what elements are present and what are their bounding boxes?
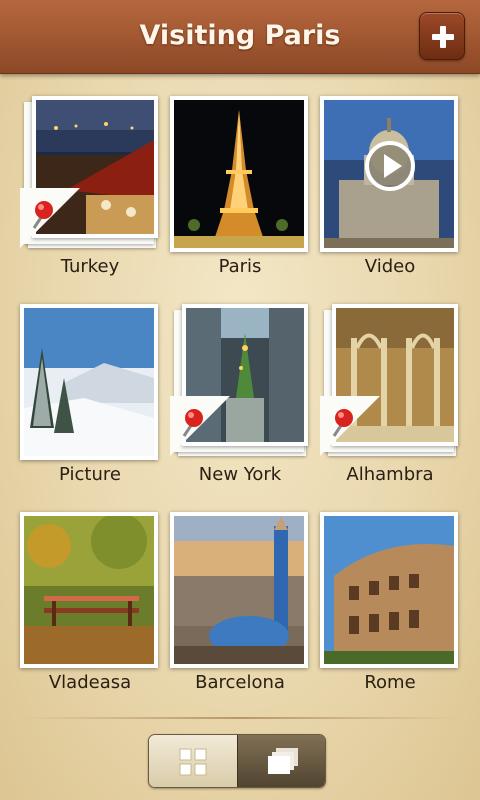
item-label: Picture <box>59 464 121 485</box>
thumbnail <box>20 512 158 668</box>
item-label: Barcelona <box>195 672 285 693</box>
item-label: Alhambra <box>346 464 434 485</box>
thumbnail <box>170 96 308 252</box>
location-pin-icon <box>320 396 380 456</box>
location-pin-icon <box>20 188 80 248</box>
app-header: Visiting Paris <box>0 0 480 74</box>
grid-view-button[interactable] <box>149 735 237 787</box>
thumbnail <box>320 96 458 252</box>
vladeasa-image <box>24 516 154 664</box>
picture-image <box>24 308 154 456</box>
stack-view-button[interactable] <box>237 735 325 787</box>
item-label: Paris <box>218 256 262 277</box>
item-label: Video <box>364 256 416 277</box>
view-toggle <box>148 734 326 788</box>
add-button[interactable] <box>419 12 465 60</box>
item-label: New York <box>198 464 282 485</box>
video-image <box>324 100 454 248</box>
item-label: Turkey <box>60 256 120 277</box>
thumbnail <box>320 512 458 668</box>
plus-icon <box>432 26 454 48</box>
page-title: Visiting Paris <box>139 20 341 51</box>
thumbnail <box>170 512 308 668</box>
bottom-divider <box>22 717 458 719</box>
thumbnail <box>20 304 158 460</box>
item-label: Vladeasa <box>48 672 132 693</box>
rome-image <box>324 516 454 664</box>
location-pin-icon <box>170 396 230 456</box>
barcelona-image <box>174 516 304 664</box>
play-icon[interactable] <box>364 140 416 192</box>
stack-view-icon <box>268 748 298 774</box>
item-label: Rome <box>364 672 416 693</box>
paris-image <box>174 100 304 248</box>
grid-view-icon <box>179 748 207 776</box>
